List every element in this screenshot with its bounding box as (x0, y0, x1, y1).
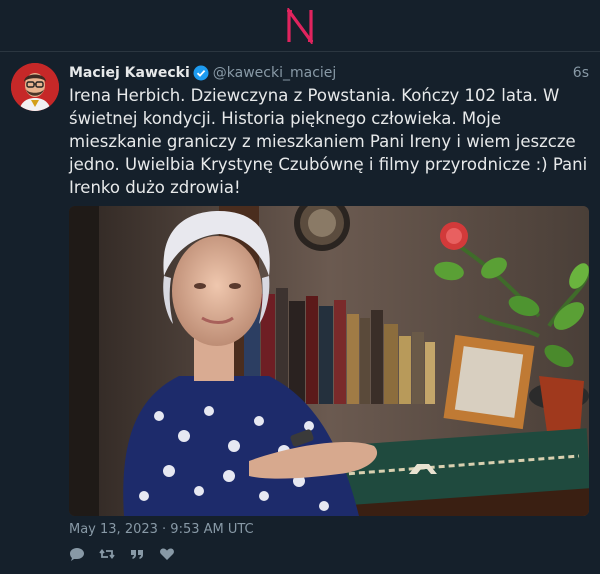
nitter-logo-icon[interactable] (285, 7, 315, 44)
reply-icon[interactable] (69, 546, 85, 562)
retweet-icon[interactable] (99, 546, 115, 562)
like-icon[interactable] (159, 546, 175, 562)
author-handle[interactable]: @kawecki_maciej (213, 65, 337, 81)
tweet: Maciej Kawecki @kawecki_maciej 6s Irena … (0, 52, 600, 574)
tweet-actions (69, 546, 175, 562)
top-bar (0, 0, 600, 52)
quote-icon[interactable] (129, 546, 145, 562)
tweet-header: Maciej Kawecki @kawecki_maciej 6s (69, 63, 589, 83)
tweet-timestamp[interactable]: May 13, 2023 · 9:53 AM UTC (69, 522, 254, 537)
tweet-relative-time[interactable]: 6s (573, 65, 589, 81)
tweet-text: Irena Herbich. Dziewczyna z Powstania. K… (69, 86, 588, 197)
avatar[interactable] (11, 63, 59, 111)
author-name[interactable]: Maciej Kawecki (69, 65, 190, 81)
tweet-photo[interactable] (69, 206, 589, 516)
verified-badge-icon (193, 65, 209, 81)
